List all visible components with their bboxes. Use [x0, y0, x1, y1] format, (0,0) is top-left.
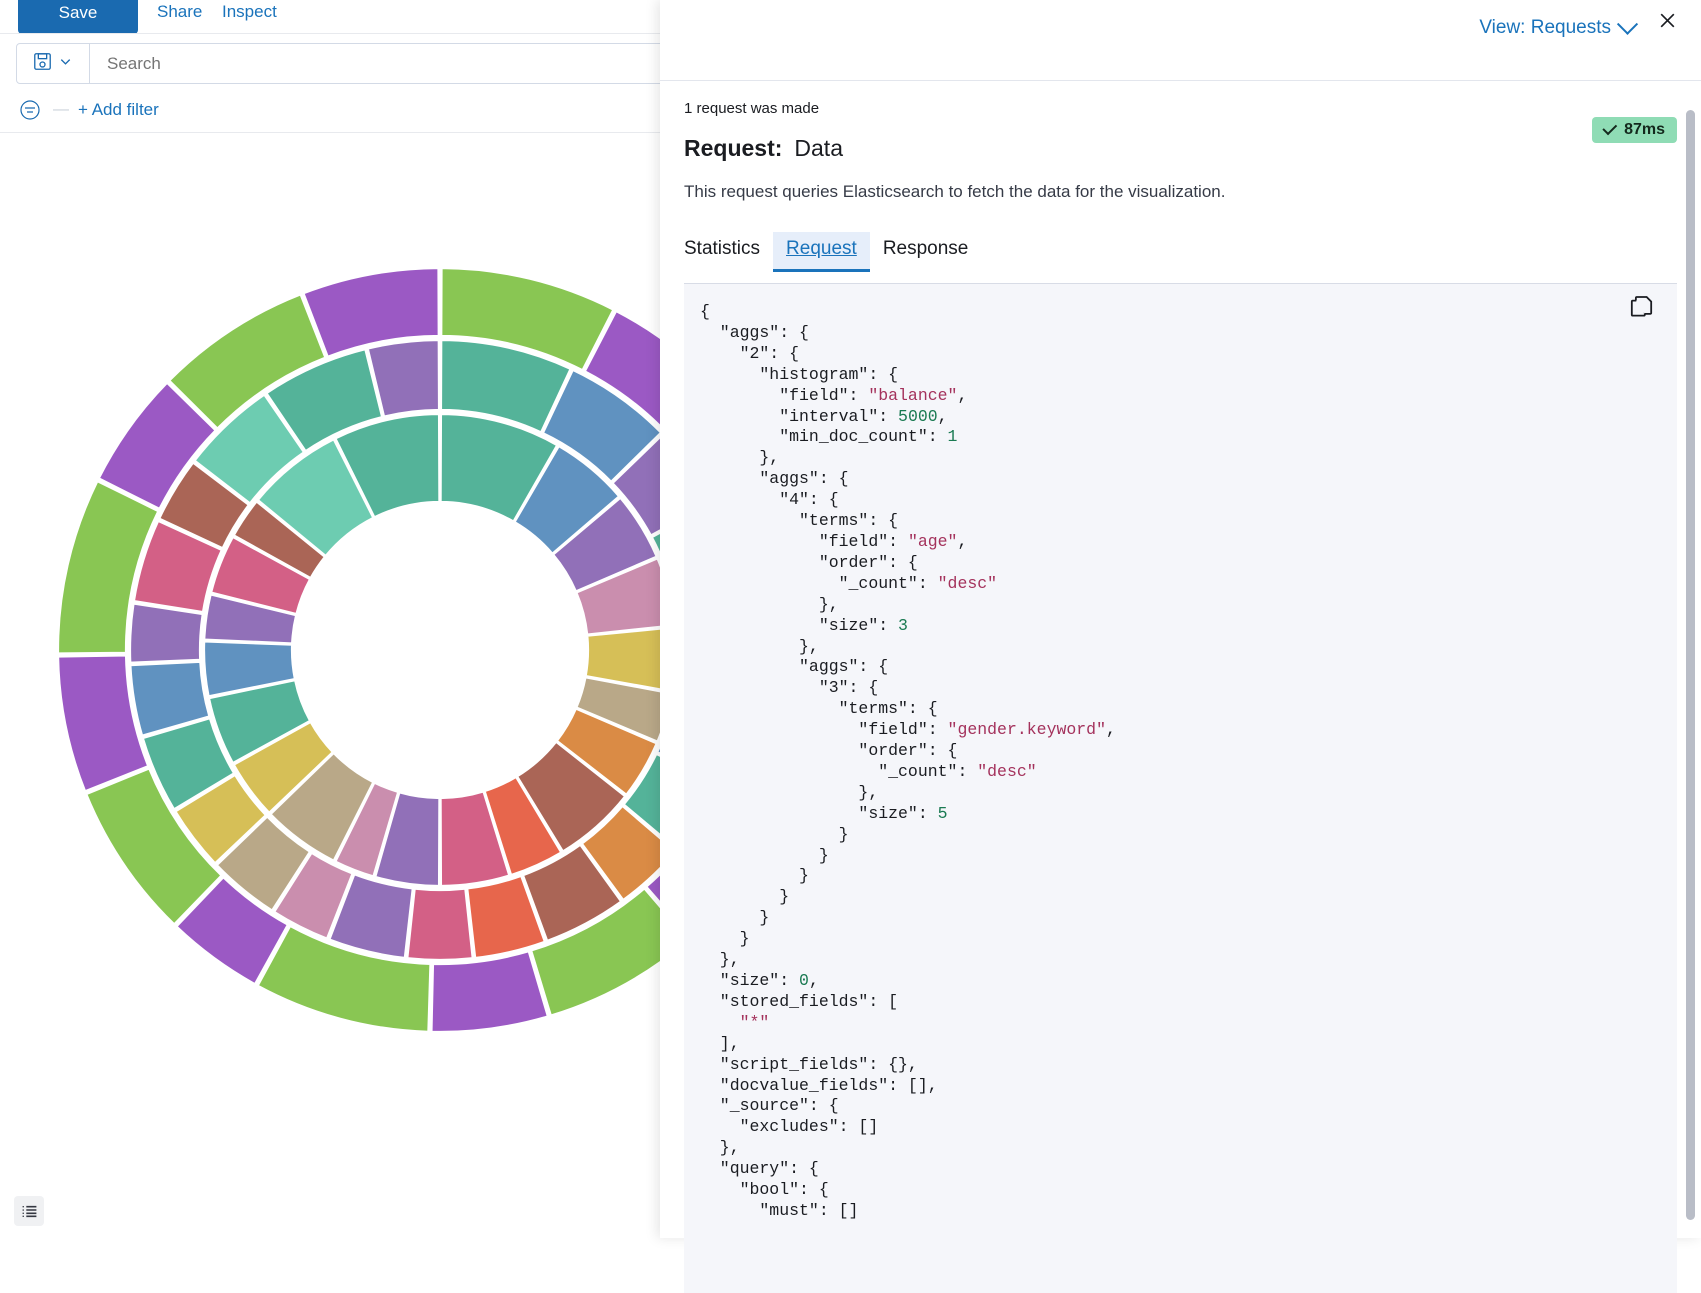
- sunburst-ring-0: [202, 412, 660, 888]
- inspect-tabs: Statistics Request Response: [684, 232, 1677, 272]
- tab-response[interactable]: Response: [870, 232, 982, 272]
- close-icon[interactable]: [1653, 6, 1681, 34]
- chevron-down-icon: [1616, 13, 1639, 35]
- request-json-body[interactable]: { "aggs": { "2": { "histogram": { "field…: [684, 284, 1677, 1222]
- request-label: Request:: [684, 135, 783, 161]
- copy-clipboard-icon[interactable]: [1629, 295, 1655, 321]
- duration-badge: 87ms: [1592, 117, 1677, 143]
- filter-options-icon[interactable]: [16, 96, 44, 124]
- query-bar: [16, 43, 660, 84]
- flyout-header: View: Requests: [660, 0, 1701, 80]
- request-description: This request queries Elasticsearch to fe…: [684, 182, 1226, 201]
- visualization-canvas: [0, 133, 660, 1238]
- request-name: Data: [794, 135, 843, 161]
- search-input[interactable]: [90, 52, 660, 75]
- view-selector-label: View: Requests: [1479, 17, 1611, 38]
- flyout-body: 1 request was made Request: Data 87ms Th…: [660, 81, 1701, 1293]
- top-nav-bar: Save Share Inspect: [0, 0, 660, 34]
- duration-badge-label: 87ms: [1624, 121, 1665, 138]
- topnav-divider: [0, 33, 660, 34]
- sunburst-slice[interactable]: [406, 887, 474, 962]
- filter-separator: —: [53, 101, 69, 118]
- tab-request[interactable]: Request: [773, 232, 870, 272]
- inspect-button[interactable]: Inspect: [222, 2, 277, 22]
- request-title-row: Request: Data: [684, 135, 1677, 162]
- sunburst-slice[interactable]: [128, 602, 204, 664]
- request-count-text: 1 request was made: [684, 100, 820, 117]
- visualize-editor: Save Share Inspect Search — + Add filter: [0, 0, 660, 1238]
- filter-bar: — + Add filter: [16, 92, 159, 128]
- legend-list-icon[interactable]: [14, 1196, 44, 1226]
- request-code-panel: { "aggs": { "2": { "histogram": { "field…: [684, 283, 1677, 1293]
- sunburst-chart[interactable]: [0, 133, 660, 1238]
- add-filter-button[interactable]: + Add filter: [78, 100, 159, 120]
- check-icon: [1602, 120, 1618, 136]
- view-selector-dropdown[interactable]: View: Requests: [1479, 13, 1639, 39]
- chevron-down-icon: [58, 54, 73, 74]
- saved-query-button[interactable]: [17, 44, 90, 83]
- tab-statistics[interactable]: Statistics: [684, 232, 773, 272]
- flyout-scrollbar[interactable]: [1686, 110, 1695, 1220]
- share-button[interactable]: Share: [157, 2, 202, 22]
- save-disk-icon: [33, 52, 52, 76]
- sunburst-slice[interactable]: [430, 949, 550, 1034]
- inspect-flyout: View: Requests 1 request was made Reques…: [660, 0, 1701, 1293]
- save-button[interactable]: Save: [18, 0, 138, 34]
